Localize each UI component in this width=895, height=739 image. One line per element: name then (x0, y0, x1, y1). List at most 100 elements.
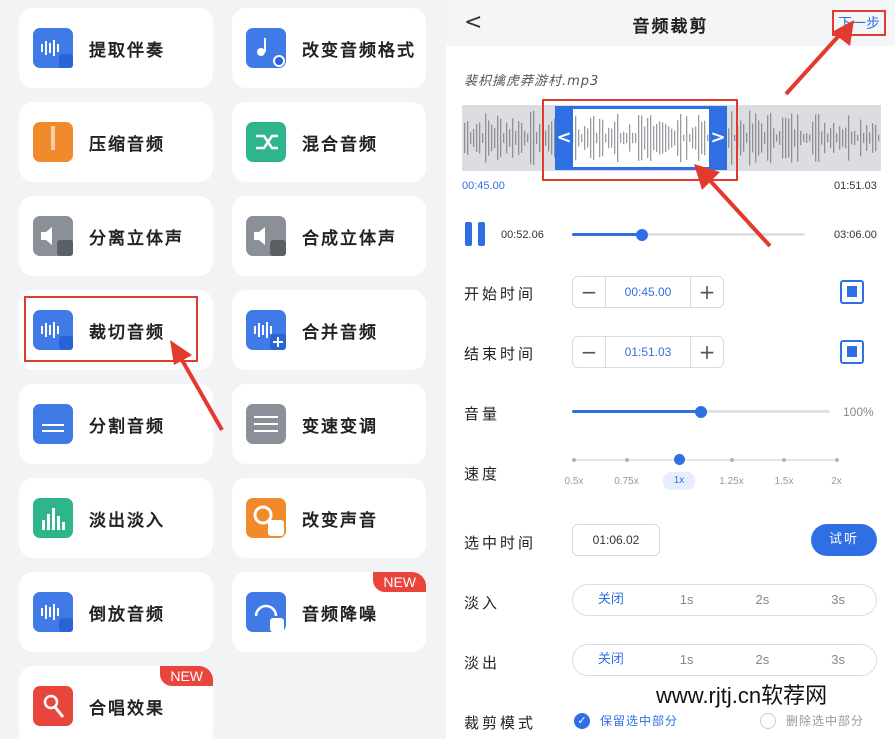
volume-knob[interactable] (695, 406, 707, 418)
start-plus-button[interactable]: + (691, 277, 723, 307)
tool-label: 淡出淡入 (89, 510, 165, 531)
start-time-label: 开始时间 (464, 285, 537, 303)
start-minus-button[interactable]: − (573, 277, 605, 307)
end-plus-button[interactable]: + (691, 337, 723, 367)
speed-tick[interactable] (729, 458, 734, 462)
speed-track[interactable] (574, 459, 838, 461)
pause-button[interactable] (465, 222, 487, 246)
tool-card[interactable]: 分离立体声 (19, 196, 213, 276)
tool-card[interactable]: 压缩音频 (19, 102, 213, 182)
tool-card[interactable]: 变速变调 (232, 384, 426, 464)
tool-card[interactable]: 提取伴奏 (19, 8, 213, 88)
tool-label: 分割音频 (89, 416, 165, 437)
tool-label: 提取伴奏 (89, 40, 165, 61)
end-flag-icon[interactable] (840, 340, 864, 364)
tool-card[interactable]: 合成立体声 (232, 196, 426, 276)
arrow-annotation-range (694, 164, 772, 248)
tool-label: 压缩音频 (89, 134, 165, 155)
speaker-icon (246, 216, 286, 256)
tool-card[interactable]: 改变声音 (232, 478, 426, 558)
sliders-icon (246, 404, 286, 444)
doc-icon (33, 404, 73, 444)
audio-trim-panel: < 音频裁剪 下一步 裴枳擒虎莽游村.mp3 < > 00:45.00 01:5… (446, 0, 895, 739)
speed-option[interactable]: 1.25x (712, 476, 752, 487)
speaker-icon (33, 216, 73, 256)
speed-label: 速度 (464, 465, 501, 483)
speed-option[interactable]: 0.5x (554, 476, 594, 487)
volume-value: 100% (843, 405, 874, 419)
tool-card[interactable]: 音频降噪 NEW (232, 572, 426, 652)
preview-button[interactable]: 试听 (811, 524, 877, 556)
fade-out-label: 淡出 (464, 654, 501, 672)
file-name: 裴枳擒虎莽游村.mp3 (464, 74, 600, 89)
speed-tick[interactable] (572, 458, 576, 462)
fade-in-option[interactable]: 3s (800, 585, 876, 615)
speed-option[interactable]: 1.5x (764, 476, 804, 487)
bars-icon (33, 498, 73, 538)
selected-time-label: 选中时间 (464, 534, 537, 552)
fade-in-option[interactable]: 1s (649, 585, 725, 615)
range-start-time: 00:45.00 (462, 180, 505, 192)
speed-option[interactable]: 2x (817, 476, 857, 487)
end-minus-button[interactable]: − (573, 337, 605, 367)
pause-icon (465, 222, 472, 246)
fade-out-options: 关闭 1s 2s 3s (572, 644, 877, 676)
wave-icon (33, 592, 73, 632)
tool-label: 合唱效果 (89, 698, 165, 719)
fade-in-option[interactable]: 关闭 (573, 585, 649, 615)
tool-label: 改变音频格式 (302, 40, 416, 61)
delete-selected-radio[interactable]: 删除选中部分 (760, 712, 864, 729)
speed-tick[interactable] (834, 458, 839, 462)
fade-in-option[interactable]: 2s (725, 585, 801, 615)
fade-out-option[interactable]: 3s (800, 645, 876, 675)
speed-option[interactable]: 0.75x (607, 476, 647, 487)
range-end-time: 01:51.03 (834, 180, 877, 192)
trim-mode-label: 裁剪模式 (464, 714, 537, 732)
mic-icon (33, 686, 73, 726)
tool-label: 合成立体声 (302, 228, 397, 249)
tool-card[interactable]: 倒放音频 (19, 572, 213, 652)
wave-icon (33, 28, 73, 68)
tool-card[interactable]: 合唱效果 NEW (19, 666, 213, 739)
tool-card[interactable]: 淡出淡入 (19, 478, 213, 558)
tool-label: 改变声音 (302, 510, 378, 531)
waveplus-icon (246, 310, 286, 350)
fade-in-label: 淡入 (464, 594, 501, 612)
start-time-value[interactable]: 00:45.00 (605, 277, 691, 307)
tool-card[interactable]: 改变音频格式 (232, 8, 426, 88)
tool-card[interactable]: 合并音频 (232, 290, 426, 370)
end-time-stepper: − 01:51.03 + (572, 336, 724, 368)
tool-label: 倒放音频 (89, 604, 165, 625)
volume-label: 音量 (464, 405, 501, 423)
fade-out-option[interactable]: 1s (649, 645, 725, 675)
end-time-label: 结束时间 (464, 345, 537, 363)
watermark: www.rjtj.cn软荐网 (656, 683, 828, 708)
tool-label: 合并音频 (302, 322, 378, 343)
shuffle-icon (246, 122, 286, 162)
zip-icon (33, 122, 73, 162)
volume-fill (572, 410, 701, 413)
start-flag-icon[interactable] (840, 280, 864, 304)
speed-tick[interactable] (624, 458, 629, 462)
fade-out-option[interactable]: 关闭 (573, 645, 649, 675)
playback-knob[interactable] (635, 229, 648, 241)
new-badge: NEW (160, 666, 213, 686)
ring-icon (246, 498, 286, 538)
tool-card[interactable]: 混合音频 (232, 102, 426, 182)
arrow-annotation (170, 340, 224, 431)
tool-label: 变速变调 (302, 416, 378, 437)
arrow-annotation-next (784, 20, 854, 96)
total-duration: 03:06.00 (834, 229, 877, 241)
speed-tick[interactable] (782, 458, 786, 462)
tool-label: 分离立体声 (89, 228, 184, 249)
tool-label: 音频降噪 (302, 604, 378, 625)
selected-time-box: 01:06.02 (572, 524, 660, 556)
fade-out-option[interactable]: 2s (725, 645, 801, 675)
speed-option[interactable]: 1x (663, 472, 695, 490)
tool-label: 混合音频 (302, 134, 378, 155)
speed-tick[interactable] (674, 454, 685, 465)
keep-selected-radio[interactable]: ✓ 保留选中部分 (574, 712, 678, 729)
fade-in-options: 关闭 1s 2s 3s (572, 584, 877, 616)
start-time-stepper: − 00:45.00 + (572, 276, 724, 308)
end-time-value[interactable]: 01:51.03 (605, 337, 691, 367)
